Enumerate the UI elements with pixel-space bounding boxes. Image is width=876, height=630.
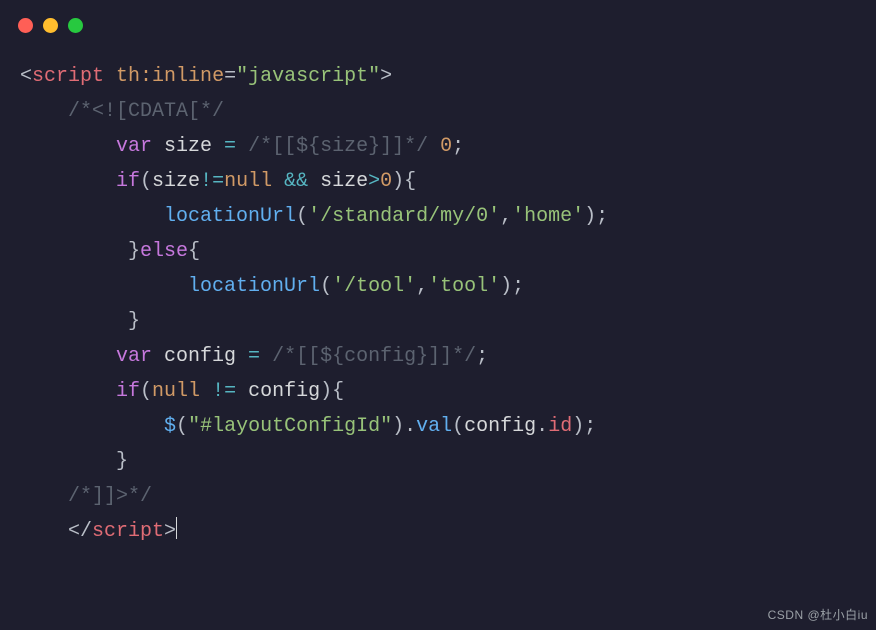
code-token: ( (320, 275, 332, 298)
code-token: /*[[${size}]]*/ (248, 135, 428, 158)
code-token: ){ (392, 170, 416, 193)
code-token: ( (176, 415, 188, 438)
code-token: $ (164, 415, 176, 438)
code-line: if(size!=null && size>0){ (20, 164, 856, 199)
code-line: var config = /*[[${config}]]*/; (20, 339, 856, 374)
zoom-icon[interactable] (68, 18, 83, 33)
code-token: config (152, 345, 248, 368)
code-token: if (116, 380, 140, 403)
close-icon[interactable] (18, 18, 33, 33)
code-token: var (116, 135, 152, 158)
code-token: } (116, 450, 128, 473)
code-token: size (152, 170, 200, 193)
code-token: ). (392, 415, 416, 438)
code-line: var size = /*[[${size}]]*/ 0; (20, 129, 856, 164)
code-token: ){ (320, 380, 344, 403)
code-line: } (20, 304, 856, 339)
code-token: } (128, 240, 140, 263)
code-token: '/tool' (332, 275, 416, 298)
code-token: script (32, 65, 104, 88)
code-line: if(null != config){ (20, 374, 856, 409)
code-token: . (536, 415, 548, 438)
code-token: ( (296, 205, 308, 228)
code-token: { (188, 240, 200, 263)
code-token (104, 65, 116, 88)
code-token: /*[[${config}]]*/ (272, 345, 476, 368)
code-token (260, 345, 272, 368)
code-token: else (140, 240, 188, 263)
code-token: size (152, 135, 224, 158)
code-token: 0 (440, 135, 452, 158)
code-token: id (548, 415, 572, 438)
code-token: th:inline (116, 65, 224, 88)
code-token: null (152, 380, 200, 403)
code-token: '/standard/my/0' (308, 205, 500, 228)
text-cursor (176, 517, 177, 539)
code-token (272, 170, 284, 193)
code-token: ); (500, 275, 524, 298)
code-token: != (212, 380, 236, 403)
code-token: script (92, 520, 164, 543)
code-token: ; (452, 135, 464, 158)
code-token: 'home' (512, 205, 584, 228)
code-token: "#layoutConfigId" (188, 415, 392, 438)
code-token: > (164, 520, 176, 543)
code-token: val (416, 415, 452, 438)
code-line: /*]]>*/ (20, 479, 856, 514)
code-token: != (200, 170, 224, 193)
code-line: <script th:inline="javascript"> (20, 59, 856, 94)
code-line: } (20, 444, 856, 479)
code-editor[interactable]: <script th:inline="javascript"> /*<![CDA… (0, 41, 876, 549)
code-token: , (416, 275, 428, 298)
code-token: null (224, 170, 272, 193)
code-token: } (128, 310, 140, 333)
code-token (428, 135, 440, 158)
code-token: config (464, 415, 536, 438)
watermark-text: CSDN @杜小白iu (768, 605, 868, 626)
code-token: ); (584, 205, 608, 228)
code-token: locationUrl (188, 275, 320, 298)
code-token: /*]]>*/ (68, 485, 152, 508)
code-token: ; (476, 345, 488, 368)
code-token: var (116, 345, 152, 368)
minimize-icon[interactable] (43, 18, 58, 33)
code-token: = (224, 65, 236, 88)
code-token: config (236, 380, 320, 403)
code-line: </script> (20, 514, 856, 549)
code-token: "javascript" (236, 65, 380, 88)
code-token: , (500, 205, 512, 228)
code-line: $("#layoutConfigId").val(config.id); (20, 409, 856, 444)
code-token: locationUrl (164, 205, 296, 228)
code-line: locationUrl('/tool','tool'); (20, 269, 856, 304)
code-token: ); (572, 415, 596, 438)
code-token: > (368, 170, 380, 193)
code-line: locationUrl('/standard/my/0','home'); (20, 199, 856, 234)
code-token: > (380, 65, 392, 88)
code-token: ( (452, 415, 464, 438)
code-token: ( (140, 380, 152, 403)
code-line: /*<![CDATA[*/ (20, 94, 856, 129)
code-token (200, 380, 212, 403)
code-token: = (224, 135, 236, 158)
code-token: 'tool' (428, 275, 500, 298)
code-token: 0 (380, 170, 392, 193)
code-token: && (284, 170, 308, 193)
code-token: = (248, 345, 260, 368)
code-token (236, 135, 248, 158)
code-token: if (116, 170, 140, 193)
code-token: </ (68, 520, 92, 543)
code-token: ( (140, 170, 152, 193)
window-titlebar (0, 0, 876, 41)
code-token: /*<![CDATA[*/ (68, 100, 224, 123)
code-token: < (20, 65, 32, 88)
code-line: }else{ (20, 234, 856, 269)
code-token: size (308, 170, 368, 193)
